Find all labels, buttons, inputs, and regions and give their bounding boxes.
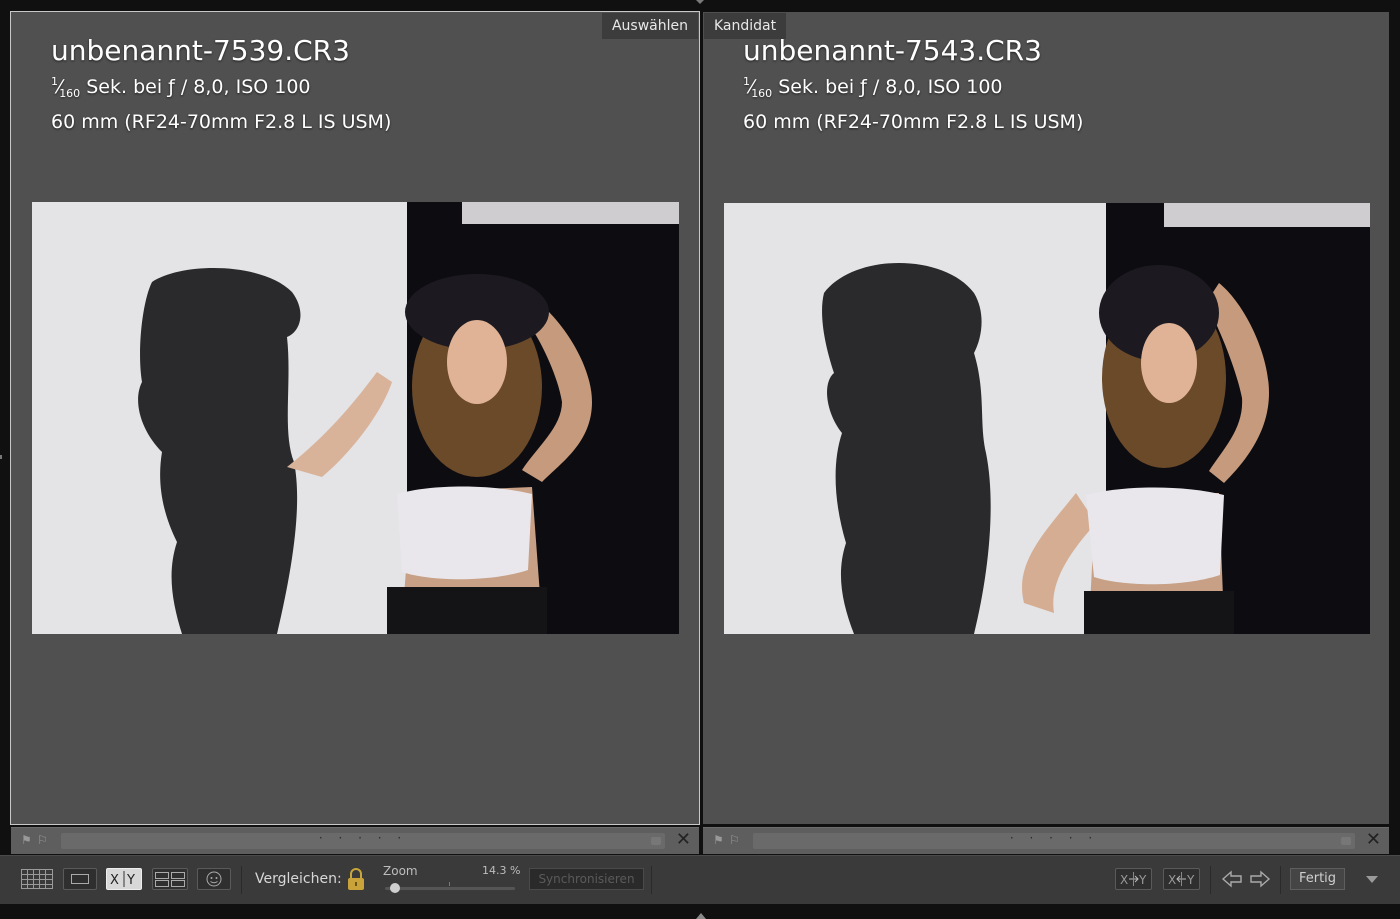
candidate-rating-bar[interactable]: · · · · · (753, 831, 1355, 849)
survey-view-button[interactable] (152, 868, 188, 890)
flag-icon[interactable]: ⚑ (21, 834, 33, 846)
make-select-icon: X Y (1168, 872, 1195, 887)
reject-flag-icon[interactable]: ⚐ (729, 834, 741, 846)
svg-text:X: X (1168, 873, 1176, 887)
left-panel-toggle[interactable] (0, 455, 2, 459)
toolbar-options-icon[interactable] (1366, 876, 1378, 883)
select-photo[interactable] (32, 202, 679, 634)
grid-view-button[interactable] (20, 868, 54, 890)
toolbar-separator (1280, 866, 1281, 894)
grid-icon (21, 869, 53, 889)
toolbar-separator (651, 866, 652, 894)
close-select-button[interactable]: ✕ (676, 830, 691, 850)
toolbar-separator (241, 866, 242, 894)
select-filename: unbenannt-7539.CR3 (51, 34, 350, 67)
zoom-label: Zoom (383, 864, 418, 878)
candidate-panel[interactable]: Kandidat unbenannt-7543.CR3 1⁄160 Sek. b… (703, 12, 1389, 824)
candidate-photo[interactable] (724, 203, 1370, 634)
arrow-left-icon[interactable] (1221, 869, 1243, 889)
top-panel-toggle[interactable] (696, 0, 704, 4)
filmstrip-toggle[interactable] (696, 913, 706, 919)
make-select-button[interactable]: X Y (1163, 868, 1200, 890)
svg-text:Y: Y (126, 873, 135, 888)
reject-flag-icon[interactable]: ⚐ (37, 834, 49, 846)
select-metadata: unbenannt-7539.CR3 1⁄160 Sek. bei ƒ / 8,… (51, 34, 391, 136)
toolbar-separator (1210, 866, 1211, 894)
select-tag: Auswählen (601, 13, 698, 39)
candidate-flag-strip: ⚑ ⚐ · · · · · ✕ (703, 827, 1389, 854)
swap-button[interactable]: X Y (1115, 868, 1152, 890)
svg-text:Y: Y (1138, 873, 1147, 887)
select-exposure: 1⁄160 Sek. bei ƒ / 8,0, ISO 100 (51, 75, 311, 100)
zoom-tick (449, 882, 450, 886)
compare-view-button[interactable]: X Y (106, 868, 142, 890)
color-label-icon[interactable] (651, 837, 661, 845)
select-panel[interactable]: Auswählen unbenannt-7539.CR3 1⁄160 Sek. … (10, 11, 700, 825)
compare-icon: X Y (110, 871, 135, 888)
bottom-toolbar: X Y Vergleichen: Zoom 14.3 % Synchronisi… (0, 855, 1400, 904)
color-label-icon[interactable] (1341, 837, 1351, 845)
sync-button[interactable]: Synchronisieren (529, 868, 644, 890)
rating-dots: · · · · · (1009, 831, 1099, 845)
compare-label: Vergleichen: (255, 871, 342, 887)
arrow-right-icon[interactable] (1249, 869, 1271, 889)
done-button[interactable]: Fertig (1290, 868, 1345, 890)
loupe-view-button[interactable] (63, 868, 97, 890)
select-lens: 60 mm (RF24-70mm F2.8 L IS USM) (51, 111, 392, 133)
lock-icon[interactable] (346, 867, 366, 891)
svg-text:Y: Y (1186, 873, 1195, 887)
swap-icon: X Y (1120, 872, 1147, 887)
zoom-slider-thumb[interactable] (390, 883, 400, 893)
people-view-button[interactable] (197, 868, 231, 890)
close-candidate-button[interactable]: ✕ (1366, 830, 1381, 850)
flag-icon[interactable]: ⚑ (713, 834, 725, 846)
svg-text:X: X (1120, 873, 1128, 887)
zoom-value: 14.3 % (482, 864, 521, 877)
survey-icon (155, 872, 185, 887)
people-icon (206, 871, 222, 887)
select-flag-strip: ⚑ ⚐ · · · · · ✕ (11, 827, 699, 854)
candidate-filename: unbenannt-7543.CR3 (743, 34, 1042, 67)
candidate-exposure: 1⁄160 Sek. bei ƒ / 8,0, ISO 100 (743, 75, 1003, 100)
svg-text:X: X (110, 873, 119, 888)
rating-dots: · · · · · (318, 831, 408, 845)
loupe-icon (71, 874, 89, 884)
candidate-lens: 60 mm (RF24-70mm F2.8 L IS USM) (743, 111, 1084, 133)
candidate-metadata: unbenannt-7543.CR3 1⁄160 Sek. bei ƒ / 8,… (743, 34, 1083, 136)
zoom-slider-track[interactable] (385, 887, 515, 890)
select-rating-bar[interactable]: · · · · · (61, 831, 665, 849)
